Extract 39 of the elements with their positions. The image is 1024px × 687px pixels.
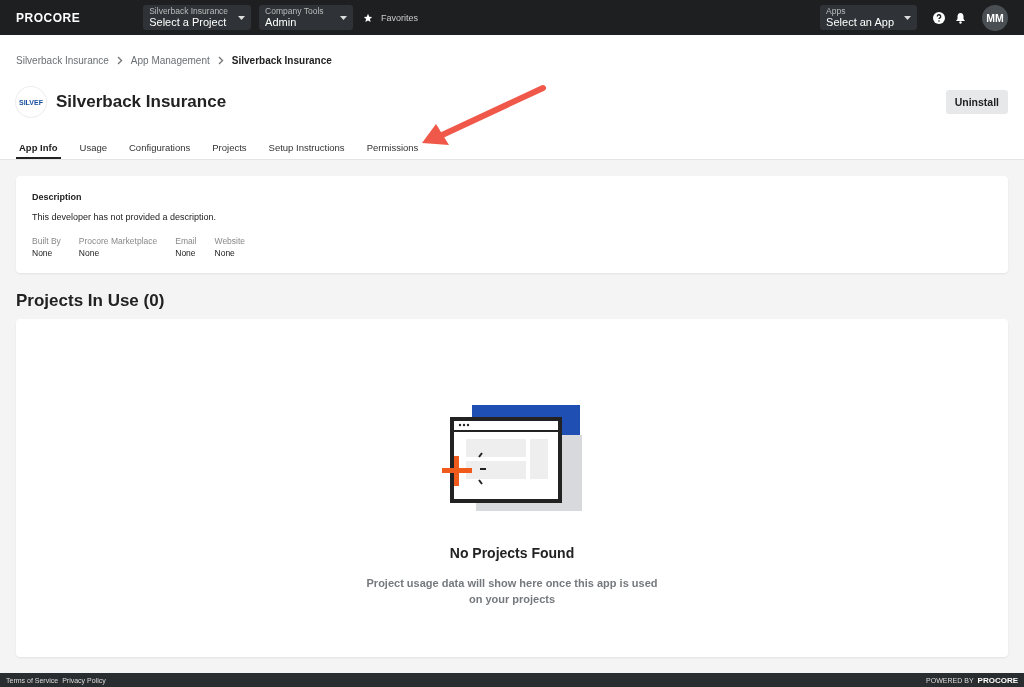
breadcrumb-link[interactable]: Silverback Insurance [16, 54, 109, 66]
breadcrumb-link[interactable]: App Management [130, 54, 210, 66]
field-value: None [78, 248, 101, 258]
tab[interactable]: App Info [16, 139, 61, 159]
app-title: Silverback Insurance [56, 92, 228, 112]
help-icon[interactable] [933, 11, 945, 24]
caret-icon [340, 15, 348, 20]
field-label: Website [214, 236, 246, 246]
uninstall-button[interactable]: Uninstall [945, 90, 1008, 114]
field-value: None [32, 248, 54, 258]
breadcrumb-current: Silverback Insurance [231, 54, 332, 66]
dropdown-selector[interactable]: Company Tools Admin [259, 5, 354, 30]
caret-icon [238, 15, 246, 20]
empty-state-text: Project usage data will show here once this app is used on your projects [365, 576, 659, 607]
star-icon [363, 12, 374, 23]
caret-icon [904, 15, 911, 20]
chevron-right-icon [116, 55, 123, 65]
description-heading: Description [32, 192, 83, 202]
empty-state-title: No Projects Found [449, 545, 575, 561]
procore-logo: PROCORE [16, 10, 81, 25]
favorites-link[interactable]: Favorites [381, 12, 419, 23]
procore-logo: PROCORE [977, 675, 1018, 685]
tab[interactable]: Configurations [126, 139, 194, 159]
bell-icon[interactable] [955, 11, 966, 24]
dropdown-selector[interactable]: Silverback Insurance Select a Project [143, 5, 252, 30]
field-label: Email [175, 236, 197, 246]
tab[interactable]: Setup Instructions [265, 139, 348, 159]
chevron-right-icon [217, 55, 224, 65]
apps-dropdown[interactable]: Apps Select an App [820, 5, 917, 30]
section-heading: Projects In Use (0) [16, 291, 166, 311]
tab[interactable]: Projects [209, 139, 250, 159]
tab[interactable]: Permissions [363, 139, 422, 159]
description-text: This developer has not provided a description. [32, 212, 218, 222]
field-value: None [214, 248, 236, 258]
field-label: Built By [32, 236, 61, 246]
field-value: None [175, 248, 197, 258]
tab[interactable]: Usage [76, 139, 110, 159]
field-label: Procore Marketplace [78, 236, 158, 246]
avatar[interactable]: MM [982, 4, 1008, 31]
